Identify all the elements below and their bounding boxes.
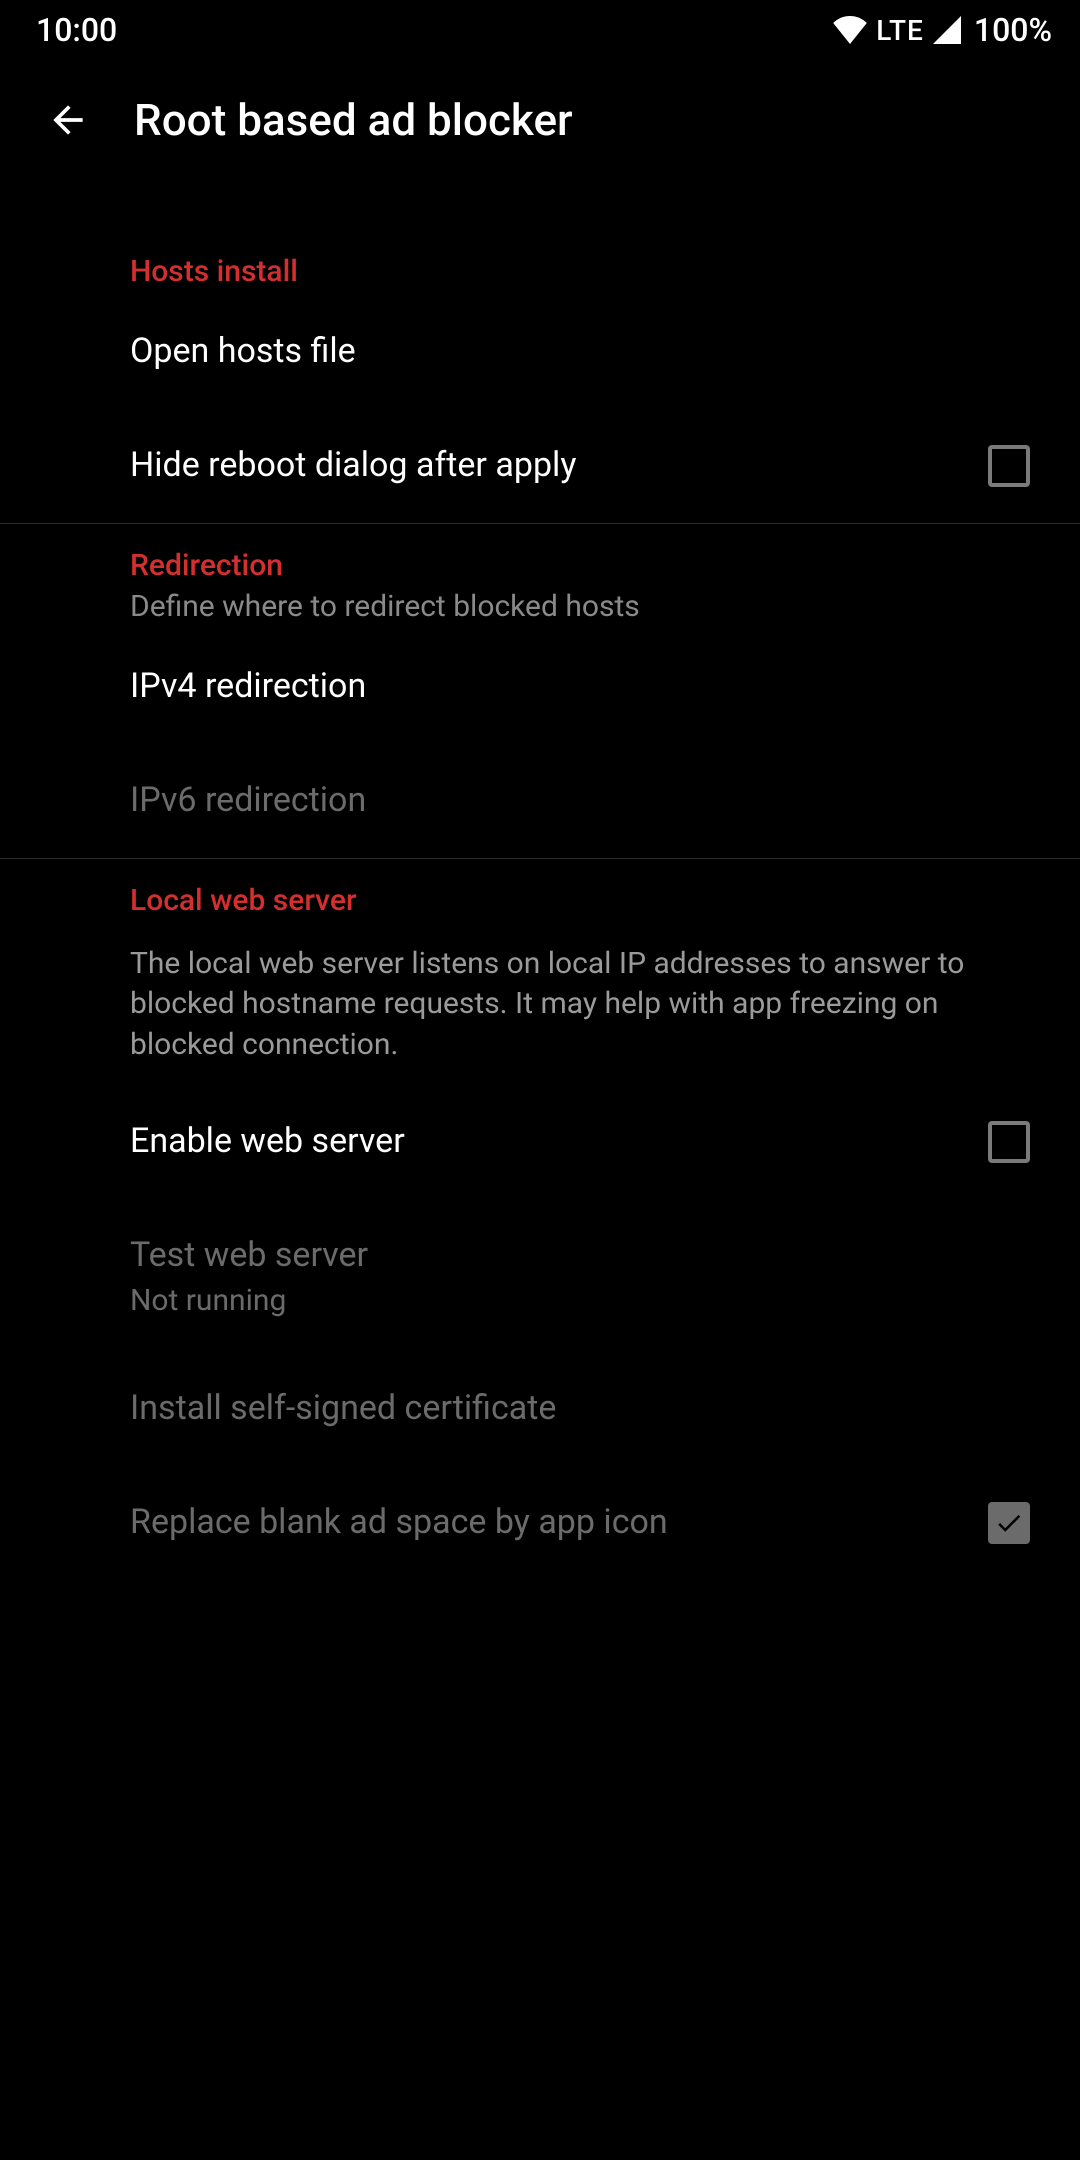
page-title: Root based ad blocker xyxy=(134,94,573,146)
network-label: LTE xyxy=(876,14,924,47)
item-ipv4-redirection[interactable]: IPv4 redirection xyxy=(0,630,1080,744)
item-open-hosts-file[interactable]: Open hosts file xyxy=(0,295,1080,409)
checkbox-enable-webserver[interactable] xyxy=(988,1121,1030,1163)
wifi-icon xyxy=(832,16,868,44)
item-install-certificate[interactable]: Install self-signed certificate xyxy=(0,1352,1080,1466)
item-enable-web-server[interactable]: Enable web server xyxy=(0,1085,1080,1199)
battery-text: 100% xyxy=(974,11,1052,49)
item-title: Test web server xyxy=(130,1233,1006,1279)
section-title-webserver: Local web server xyxy=(130,883,950,918)
checkbox-hide-reboot[interactable] xyxy=(988,445,1030,487)
item-test-web-server[interactable]: Test web server Not running xyxy=(0,1199,1080,1352)
item-subtitle: Not running xyxy=(130,1283,1006,1318)
status-time: 10:00 xyxy=(36,11,117,49)
item-title: IPv6 redirection xyxy=(130,778,1006,824)
content: Hosts install Open hosts file Hide reboo… xyxy=(0,180,1080,1580)
item-hide-reboot-dialog[interactable]: Hide reboot dialog after apply xyxy=(0,409,1080,523)
section-title-redirection: Redirection xyxy=(130,548,950,583)
section-header-hosts: Hosts install xyxy=(0,230,1080,295)
cell-signal-icon xyxy=(932,16,962,44)
back-button[interactable] xyxy=(20,72,116,168)
item-ipv6-redirection[interactable]: IPv6 redirection xyxy=(0,744,1080,858)
section-header-webserver: Local web server xyxy=(0,859,1080,924)
item-title: IPv4 redirection xyxy=(130,664,1006,710)
section-title-hosts: Hosts install xyxy=(130,254,950,289)
item-title: Enable web server xyxy=(130,1119,964,1165)
status-bar: 10:00 LTE 100% xyxy=(0,0,1080,60)
section-subtitle-redirection: Define where to redirect blocked hosts xyxy=(130,589,950,624)
section-header-redirection: Redirection Define where to redirect blo… xyxy=(0,524,1080,630)
arrow-back-icon xyxy=(46,98,90,142)
status-right: LTE 100% xyxy=(832,11,1052,49)
item-title: Install self-signed certificate xyxy=(130,1386,1006,1432)
item-title: Open hosts file xyxy=(130,329,1006,375)
item-replace-blank-ad[interactable]: Replace blank ad space by app icon xyxy=(0,1466,1080,1580)
checkbox-replace-blank[interactable] xyxy=(988,1502,1030,1544)
item-title: Replace blank ad space by app icon xyxy=(130,1500,964,1546)
item-title: Hide reboot dialog after apply xyxy=(130,443,964,489)
app-bar: Root based ad blocker xyxy=(0,60,1080,180)
webserver-description: The local web server listens on local IP… xyxy=(0,924,1080,1086)
